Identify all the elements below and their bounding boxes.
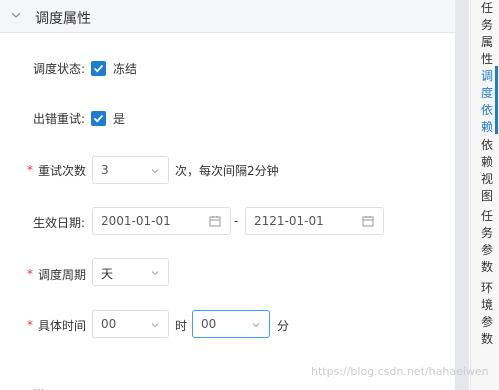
cut-off-label: ... (33, 380, 45, 390)
calendar-icon (209, 216, 221, 227)
dispatch-cycle-row: * 调度周期 天 (0, 258, 455, 290)
dispatch-cycle-value: 天 (101, 267, 114, 281)
section-header[interactable]: 调度属性 (0, 0, 455, 33)
exec-time-label: 具体时间 (38, 319, 87, 333)
minute-unit: 分 (277, 319, 290, 333)
start-date-value: 2001-01-01 (101, 214, 171, 228)
freeze-checkbox-label[interactable]: 冻结 (113, 60, 137, 77)
retry-on-error-label: 出错重试: (33, 112, 86, 126)
retry-count-select[interactable]: 3 (92, 156, 169, 184)
retry-on-error-row: 出错重试: 是 (0, 102, 455, 134)
chevron-down-icon (151, 271, 159, 276)
exec-time-row: * 具体时间 00 时 00 分 (0, 309, 455, 341)
tab-env-params[interactable]: 环境参数 (475, 280, 499, 348)
dispatch-cycle-select[interactable]: 天 (92, 258, 169, 286)
retry-count-suffix: 次，每次间隔2分钟 (175, 164, 279, 178)
hour-unit: 时 (175, 319, 188, 333)
tab-task-properties[interactable]: 任务属性 (475, 0, 499, 68)
dispatch-cycle-label: 调度周期 (38, 268, 87, 282)
hour-select[interactable]: 00 (92, 310, 169, 338)
retry-count-label: 重试次数 (38, 164, 87, 178)
required-mark: * (27, 267, 33, 281)
watermark: https://blog.csdn.net/hahaeiwen (311, 365, 489, 378)
end-date-value: 2121-01-01 (254, 214, 324, 228)
retry-checkbox[interactable] (91, 111, 106, 126)
active-tab-indicator (495, 66, 498, 134)
tab-dependency-view[interactable]: 依赖视图 (475, 137, 499, 205)
chevron-down-icon (151, 169, 159, 174)
retry-checkbox-label[interactable]: 是 (113, 110, 125, 127)
main-panel: 调度属性 调度状态: 冻结 出错重试: 是 * 重试次数 3 次，每次间隔2分钟… (0, 0, 455, 390)
effective-date-label: 生效日期: (33, 216, 86, 230)
tab-task-params[interactable]: 任务参数 (475, 208, 499, 276)
scrollbar[interactable] (455, 0, 469, 390)
retry-count-row: * 重试次数 3 次，每次间隔2分钟 (0, 154, 455, 186)
freeze-checkbox[interactable] (91, 61, 106, 76)
start-date-picker[interactable]: 2001-01-01 (92, 207, 231, 235)
minute-select[interactable]: 00 (192, 310, 270, 338)
dispatch-status-row: 调度状态: 冻结 (0, 52, 455, 84)
required-mark: * (27, 318, 33, 332)
effective-date-row: 生效日期: 2001-01-01 - 2121-01-01 (0, 206, 455, 238)
check-icon (93, 64, 104, 73)
section-title: 调度属性 (35, 11, 91, 27)
end-date-picker[interactable]: 2121-01-01 (245, 207, 384, 235)
chevron-down-icon (252, 323, 260, 328)
required-mark: * (27, 163, 33, 177)
minute-value: 00 (201, 317, 217, 331)
right-tab-bar: 任务属性 调度依赖 依赖视图 任务参数 环境参数 (470, 0, 499, 390)
retry-count-value: 3 (101, 163, 109, 177)
dispatch-status-label: 调度状态: (33, 62, 86, 76)
check-icon (93, 114, 104, 123)
calendar-icon (362, 216, 374, 227)
hour-value: 00 (101, 317, 117, 331)
chevron-down-icon[interactable] (10, 9, 22, 21)
date-separator: - (234, 214, 239, 228)
chevron-down-icon (151, 323, 159, 328)
